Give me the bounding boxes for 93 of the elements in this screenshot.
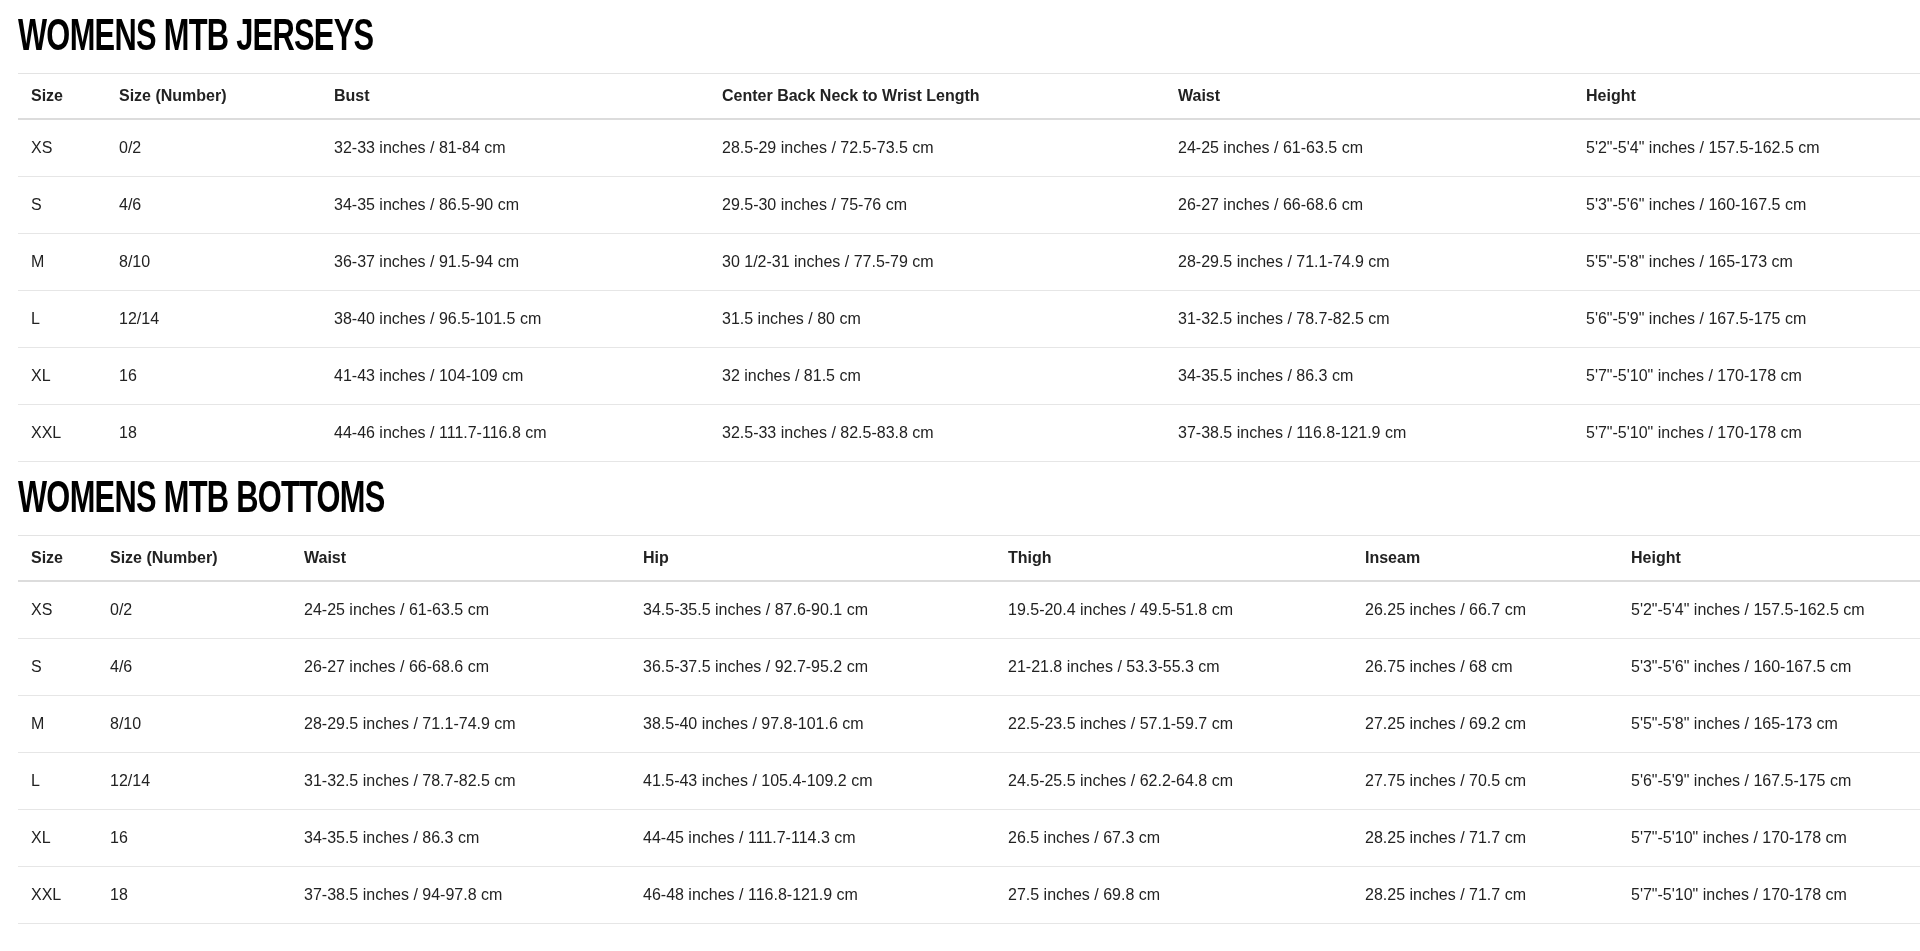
table-cell: 34-35.5 inches / 86.3 cm xyxy=(1165,347,1573,405)
column-header: Thigh xyxy=(995,535,1352,581)
table-cell: 31-32.5 inches / 78.7-82.5 cm xyxy=(1165,290,1573,348)
table-cell: 26-27 inches / 66-68.6 cm xyxy=(291,638,630,696)
table-cell: 18 xyxy=(97,866,291,924)
table-cell: 0/2 xyxy=(97,581,291,639)
table-cell: 22.5-23.5 inches / 57.1-59.7 cm xyxy=(995,695,1352,753)
column-header: Height xyxy=(1618,535,1920,581)
column-header: Size (Number) xyxy=(97,535,291,581)
table-cell: 37-38.5 inches / 94-97.8 cm xyxy=(291,866,630,924)
table-cell: 5'7"-5'10" inches / 170-178 cm xyxy=(1573,347,1920,405)
table-cell: L xyxy=(18,290,106,348)
table-cell: 28.25 inches / 71.7 cm xyxy=(1352,866,1618,924)
table-cell: 26.75 inches / 68 cm xyxy=(1352,638,1618,696)
table-cell: 28.5-29 inches / 72.5-73.5 cm xyxy=(709,119,1165,177)
table-cell: 31.5 inches / 80 cm xyxy=(709,290,1165,348)
table-cell: 19.5-20.4 inches / 49.5-51.8 cm xyxy=(995,581,1352,639)
table-cell: 21-21.8 inches / 53.3-55.3 cm xyxy=(995,638,1352,696)
table-cell: 26.5 inches / 67.3 cm xyxy=(995,809,1352,867)
table-cell: 32.5-33 inches / 82.5-83.8 cm xyxy=(709,404,1165,462)
table-cell: 46-48 inches / 116.8-121.9 cm xyxy=(630,866,995,924)
table-cell: 28-29.5 inches / 71.1-74.9 cm xyxy=(1165,233,1573,291)
table-cell: 5'5"-5'8" inches / 165-173 cm xyxy=(1573,233,1920,291)
table-cell: M xyxy=(18,695,97,753)
section-title: WOMENS MTB JERSEYS xyxy=(18,9,374,61)
table-cell: 41.5-43 inches / 105.4-109.2 cm xyxy=(630,752,995,810)
table-cell: 27.75 inches / 70.5 cm xyxy=(1352,752,1618,810)
table-cell: 41-43 inches / 104-109 cm xyxy=(321,347,709,405)
column-header: Inseam xyxy=(1352,535,1618,581)
table-cell: 27.25 inches / 69.2 cm xyxy=(1352,695,1618,753)
table-cell: 28.25 inches / 71.7 cm xyxy=(1352,809,1618,867)
table-cell: 5'2"-5'4" inches / 157.5-162.5 cm xyxy=(1573,119,1920,177)
table-cell: 8/10 xyxy=(106,233,321,291)
table-cell: 4/6 xyxy=(97,638,291,696)
table-cell: 26-27 inches / 66-68.6 cm xyxy=(1165,176,1573,234)
table-cell: 5'7"-5'10" inches / 170-178 cm xyxy=(1618,809,1920,867)
column-header: Size xyxy=(18,73,106,119)
table-cell: 44-46 inches / 111.7-116.8 cm xyxy=(321,404,709,462)
table-cell: 16 xyxy=(106,347,321,405)
table-cell: 18 xyxy=(106,404,321,462)
column-header: Height xyxy=(1573,73,1920,119)
table-cell: 32 inches / 81.5 cm xyxy=(709,347,1165,405)
table-cell: 5'2"-5'4" inches / 157.5-162.5 cm xyxy=(1618,581,1920,639)
table-cell: 5'5"-5'8" inches / 165-173 cm xyxy=(1618,695,1920,753)
table-cell: 34-35.5 inches / 86.3 cm xyxy=(291,809,630,867)
table-cell: 31-32.5 inches / 78.7-82.5 cm xyxy=(291,752,630,810)
table-cell: XS xyxy=(18,119,106,177)
table-cell: 38.5-40 inches / 97.8-101.6 cm xyxy=(630,695,995,753)
table-cell: 29.5-30 inches / 75-76 cm xyxy=(709,176,1165,234)
table-cell: S xyxy=(18,176,106,234)
table-cell: 27.5 inches / 69.8 cm xyxy=(995,866,1352,924)
table-cell: 12/14 xyxy=(106,290,321,348)
table-cell: 5'6"-5'9" inches / 167.5-175 cm xyxy=(1573,290,1920,348)
table-cell: S xyxy=(18,638,97,696)
table-cell: 36.5-37.5 inches / 92.7-95.2 cm xyxy=(630,638,995,696)
table-cell: 5'7"-5'10" inches / 170-178 cm xyxy=(1573,404,1920,462)
table-cell: 16 xyxy=(97,809,291,867)
table-cell: L xyxy=(18,752,97,810)
table-cell: 32-33 inches / 81-84 cm xyxy=(321,119,709,177)
column-header: Size xyxy=(18,535,97,581)
table-cell: M xyxy=(18,233,106,291)
table-cell: 5'3"-5'6" inches / 160-167.5 cm xyxy=(1573,176,1920,234)
section-title: WOMENS MTB BOTTOMS xyxy=(18,471,385,523)
table-cell: 38-40 inches / 96.5-101.5 cm xyxy=(321,290,709,348)
table-cell: 44-45 inches / 111.7-114.3 cm xyxy=(630,809,995,867)
table-cell: 24-25 inches / 61-63.5 cm xyxy=(1165,119,1573,177)
table-cell: 5'3"-5'6" inches / 160-167.5 cm xyxy=(1618,638,1920,696)
table-cell: 5'7"-5'10" inches / 170-178 cm xyxy=(1618,866,1920,924)
table-cell: 37-38.5 inches / 116.8-121.9 cm xyxy=(1165,404,1573,462)
table-cell: 24.5-25.5 inches / 62.2-64.8 cm xyxy=(995,752,1352,810)
table-cell: 34-35 inches / 86.5-90 cm xyxy=(321,176,709,234)
table-cell: XXL xyxy=(18,404,106,462)
table-cell: 28-29.5 inches / 71.1-74.9 cm xyxy=(291,695,630,753)
column-header: Bust xyxy=(321,73,709,119)
column-header: Hip xyxy=(630,535,995,581)
column-header: Size (Number) xyxy=(106,73,321,119)
table-cell: 5'6"-5'9" inches / 167.5-175 cm xyxy=(1618,752,1920,810)
table-cell: 4/6 xyxy=(106,176,321,234)
table-cell: 34.5-35.5 inches / 87.6-90.1 cm xyxy=(630,581,995,639)
table-cell: 30 1/2-31 inches / 77.5-79 cm xyxy=(709,233,1165,291)
table-cell: 12/14 xyxy=(97,752,291,810)
table-cell: 26.25 inches / 66.7 cm xyxy=(1352,581,1618,639)
table-cell: 36-37 inches / 91.5-94 cm xyxy=(321,233,709,291)
table-cell: 0/2 xyxy=(106,119,321,177)
table-cell: XXL xyxy=(18,866,97,924)
column-header: Waist xyxy=(291,535,630,581)
table-cell: XL xyxy=(18,347,106,405)
column-header: Waist xyxy=(1165,73,1573,119)
table-cell: XL xyxy=(18,809,97,867)
table-cell: XS xyxy=(18,581,97,639)
table-cell: 24-25 inches / 61-63.5 cm xyxy=(291,581,630,639)
table-cell: 8/10 xyxy=(97,695,291,753)
column-header: Center Back Neck to Wrist Length xyxy=(709,73,1165,119)
